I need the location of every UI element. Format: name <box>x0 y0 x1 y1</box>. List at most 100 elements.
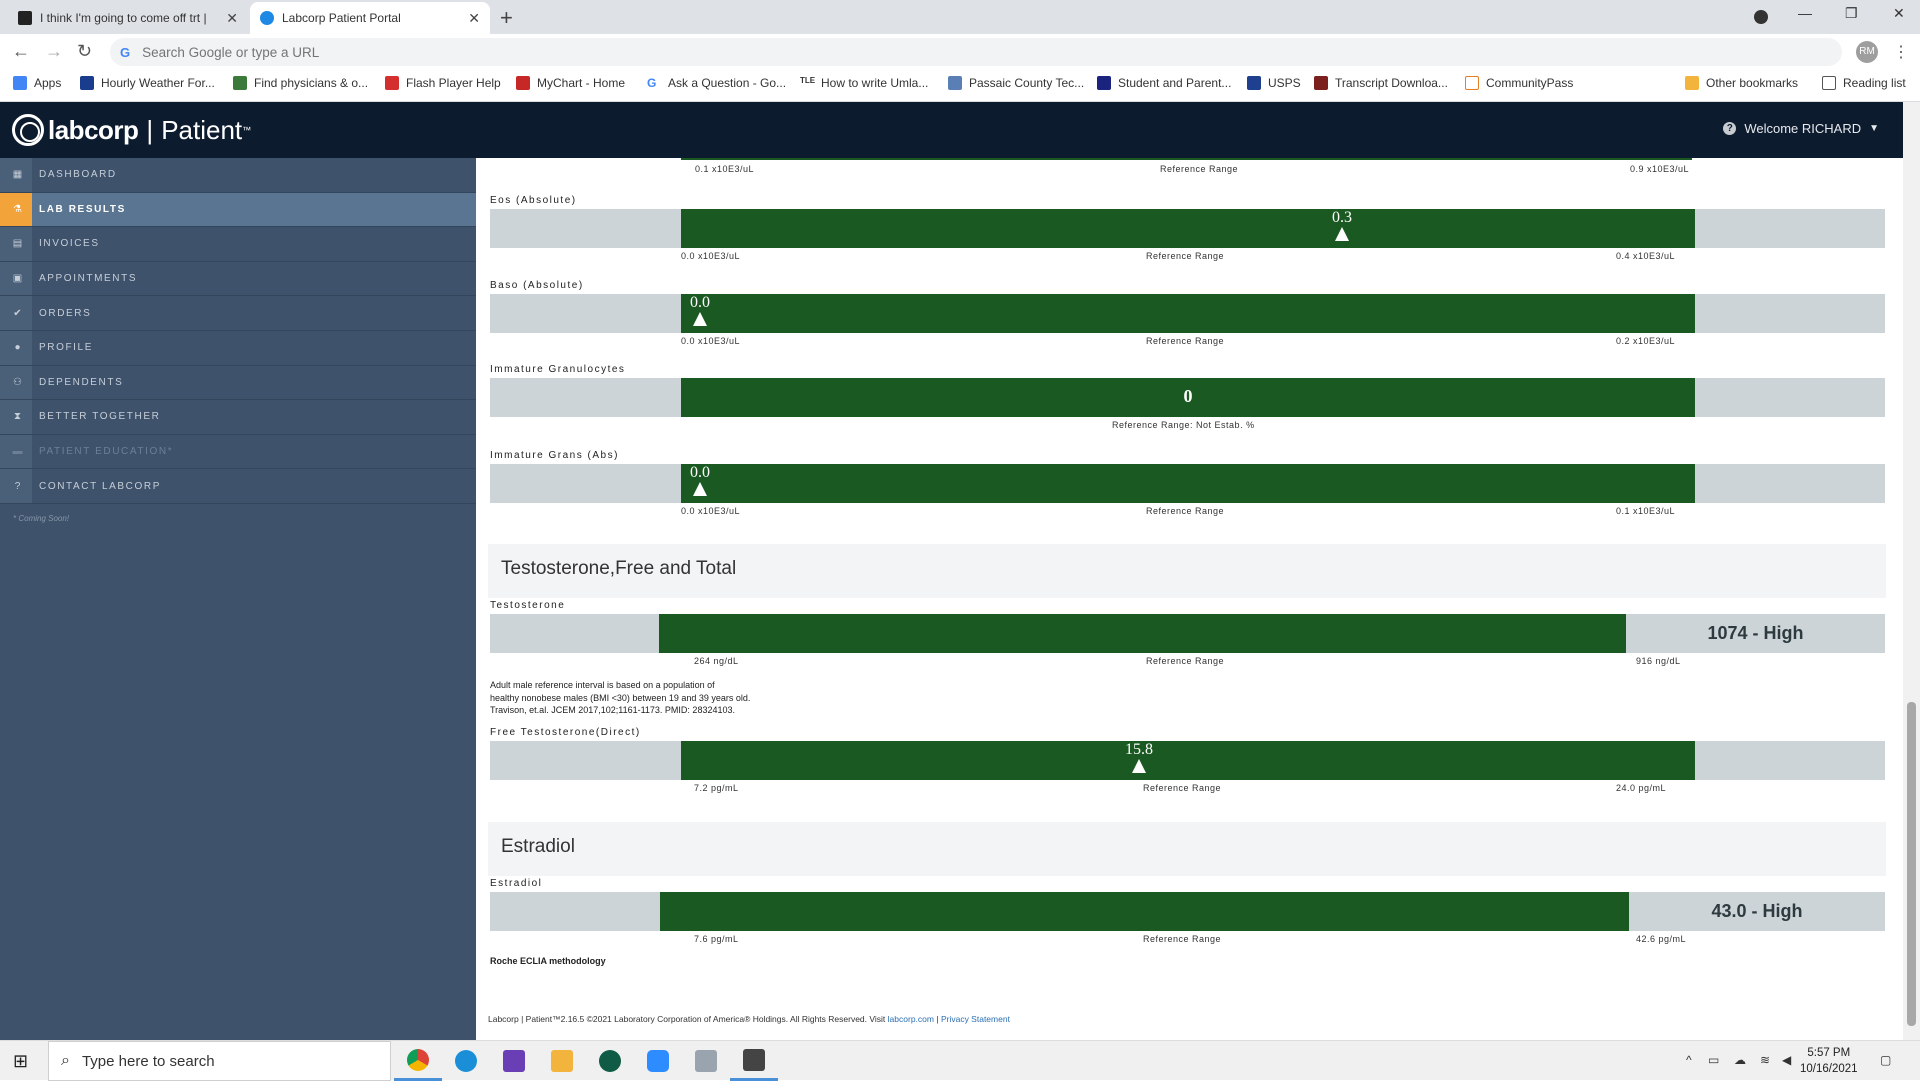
reference-range-fill <box>681 209 1695 248</box>
grid-icon: ▦ <box>0 158 32 192</box>
prev-bar-fill <box>681 158 1692 160</box>
reddit-favicon-icon <box>18 11 32 25</box>
google-icon: G <box>120 44 131 60</box>
note-line: Travison, et.al. JCEM 2017,102;1161-1173… <box>490 705 735 715</box>
close-window-icon[interactable]: ✕ <box>1893 5 1905 22</box>
sidebar-item-label: PROFILE <box>39 342 93 354</box>
tab-reddit[interactable]: I think I'm going to come off trt | ✕ <box>8 2 248 34</box>
sync-taskbar-icon[interactable] <box>730 1041 778 1081</box>
minimize-icon[interactable]: — <box>1798 5 1812 21</box>
bookmark-ask[interactable]: G Ask a Question - Go... <box>647 76 786 90</box>
new-tab-icon[interactable]: + <box>500 5 513 31</box>
onedrive-icon[interactable]: ☁ <box>1734 1053 1746 1067</box>
notifications-icon[interactable]: ▢ <box>1880 1053 1891 1067</box>
bookmark-physicians[interactable]: Find physicians & o... <box>233 76 368 90</box>
help-icon[interactable]: ? <box>1723 122 1737 135</box>
clock[interactable]: 5:57 PM 10/16/2021 <box>1800 1045 1858 1077</box>
person-icon: ● <box>0 330 32 365</box>
restore-icon[interactable]: ❐ <box>1845 5 1858 22</box>
sidebar-item-appointments[interactable]: ▣ APPOINTMENTS <box>0 261 476 297</box>
other-bookmarks[interactable]: Other bookmarks <box>1685 76 1798 90</box>
app-header: labcorp | Patient ™ ? Welcome RICHARD ▼ <box>0 102 1903 158</box>
bookmark-apps[interactable]: Apps <box>13 76 61 90</box>
tray-chevron-icon[interactable]: ^ <box>1686 1053 1692 1067</box>
result-track: 1074 - High <box>490 614 1885 653</box>
forward-icon[interactable]: → <box>45 41 63 62</box>
labcorp-logo[interactable]: labcorp | Patient ™ <box>12 114 251 146</box>
tab-labcorp[interactable]: Labcorp Patient Portal ✕ <box>250 2 490 34</box>
labcorp-link[interactable]: labcorp.com <box>888 1014 934 1024</box>
bookmark-usps[interactable]: USPS <box>1247 76 1301 90</box>
close-tab-icon[interactable]: ✕ <box>226 10 238 27</box>
sidebar-item-lab-results[interactable]: ⚗ LAB RESULTS <box>0 192 476 228</box>
range-label: Reference Range <box>1143 783 1222 793</box>
privacy-link[interactable]: Privacy Statement <box>941 1014 1010 1024</box>
sidebar-item-contact[interactable]: ? CONTACT LABCORP <box>0 469 476 504</box>
bookmark-transcript[interactable]: Transcript Downloa... <box>1314 76 1448 90</box>
sidebar-item-orders[interactable]: ✔ ORDERS <box>0 296 476 331</box>
edge-taskbar-icon[interactable] <box>442 1041 490 1081</box>
flash-icon <box>385 76 399 90</box>
people-icon: ⚇ <box>0 365 32 400</box>
bookmark-label: Find physicians & o... <box>254 76 369 90</box>
tab-search-icon[interactable] <box>1754 10 1768 24</box>
sidebar-item-invoices[interactable]: ▤ INVOICES <box>0 227 476 262</box>
marker-triangle-icon <box>693 312 707 326</box>
result-estradiol: Estradiol 43.0 - High 7.6 pg/mL Referenc… <box>490 878 1885 945</box>
range-ticks: Reference Range: Not Estab. % <box>490 417 1885 431</box>
back-icon[interactable]: ← <box>12 41 30 62</box>
taskbar-search[interactable]: ⌕ Type here to search <box>48 1041 391 1081</box>
bookmark-weather[interactable]: Hourly Weather For... <box>80 76 215 90</box>
photos-taskbar-icon[interactable] <box>682 1041 730 1081</box>
tab-label: I think I'm going to come off trt | <box>40 11 207 25</box>
result-name: Baso (Absolute) <box>490 280 584 291</box>
windows-start-icon[interactable]: ⊞ <box>13 1051 28 1072</box>
footer-separator: | <box>936 1014 939 1024</box>
reading-list[interactable]: Reading list <box>1822 76 1906 90</box>
range-low: 264 ng/dL <box>694 656 739 666</box>
bookmark-label: Reading list <box>1843 76 1906 90</box>
marker-triangle-icon <box>1335 227 1349 241</box>
zoom-taskbar-icon[interactable] <box>634 1041 682 1081</box>
volume-icon[interactable]: ◀ <box>1782 1053 1791 1067</box>
bookmark-umla[interactable]: TLE How to write Umla... <box>800 76 928 90</box>
mail-taskbar-icon[interactable] <box>490 1041 538 1081</box>
bookmark-student[interactable]: Student and Parent... <box>1097 76 1231 90</box>
sidebar-item-label: LAB RESULTS <box>39 203 126 215</box>
range-high: 916 ng/dL <box>1636 656 1681 666</box>
bookmarks-bar: Apps Hourly Weather For... Find physicia… <box>0 70 1920 102</box>
marker-triangle-icon <box>693 482 707 496</box>
url-input[interactable] <box>142 44 743 60</box>
note-line: Adult male reference interval is based o… <box>490 680 715 690</box>
bookmark-label: Hourly Weather For... <box>101 76 215 90</box>
bookmark-flash[interactable]: Flash Player Help <box>385 76 501 90</box>
file-explorer-taskbar-icon[interactable] <box>538 1041 586 1081</box>
welcome-menu[interactable]: ? Welcome RICHARD ▼ <box>1723 121 1879 136</box>
bookmark-mychart[interactable]: MyChart - Home <box>516 76 625 90</box>
sidebar-item-better-together[interactable]: ⧗ BETTER TOGETHER <box>0 400 476 435</box>
reload-icon[interactable]: ↻ <box>77 41 92 62</box>
scrollbar-thumb[interactable] <box>1907 702 1916 1026</box>
wifi-icon[interactable]: ≋ <box>1760 1053 1770 1067</box>
menu-icon[interactable]: ⋮ <box>1893 42 1909 62</box>
sidebar-item-dashboard[interactable]: ▦ DASHBOARD <box>0 158 476 193</box>
close-tab-icon[interactable]: ✕ <box>468 10 480 27</box>
bookmark-label: Student and Parent... <box>1118 76 1232 90</box>
sidebar-item-dependents[interactable]: ⚇ DEPENDENTS <box>0 365 476 401</box>
omnibox[interactable]: G <box>110 38 1842 66</box>
result-name: Testosterone <box>490 600 566 611</box>
profile-avatar[interactable]: RM <box>1856 41 1878 63</box>
sidebar-item-profile[interactable]: ● PROFILE <box>0 330 476 366</box>
marker-triangle-icon <box>1132 759 1146 773</box>
chrome-taskbar-icon[interactable] <box>394 1041 442 1081</box>
reference-range-fill <box>660 892 1629 931</box>
bookmark-label: Ask a Question - Go... <box>668 76 787 90</box>
result-name: Immature Grans (Abs) <box>490 450 619 461</box>
bookmark-passaic[interactable]: Passaic County Tec... <box>948 76 1084 90</box>
scrollbar[interactable] <box>1903 102 1920 1040</box>
range-ticks: 0.0 x10E3/uL Reference Range 0.4 x10E3/u… <box>490 248 1885 262</box>
battery-icon[interactable]: ▭ <box>1708 1053 1719 1067</box>
app-taskbar-icon[interactable] <box>586 1041 634 1081</box>
bookmark-communitypass[interactable]: CommunityPass <box>1465 76 1573 90</box>
sis-icon <box>1097 76 1111 90</box>
